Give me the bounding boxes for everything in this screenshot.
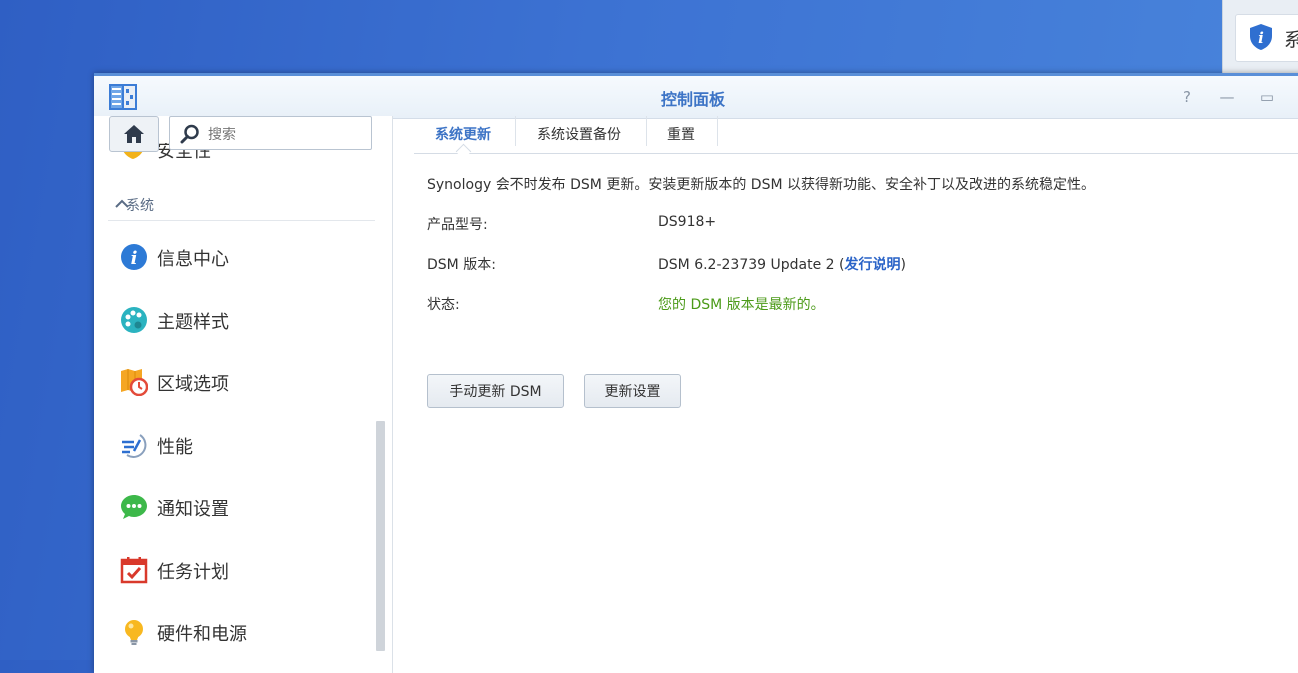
status-value: 您的 DSM 版本是最新的。 <box>658 297 825 313</box>
home-button[interactable] <box>109 116 159 152</box>
home-icon <box>124 125 144 143</box>
sidebar-item-hardware-power[interactable]: 硬件和电源 <box>94 604 384 660</box>
notification-title: 系 <box>1284 29 1298 51</box>
release-notes-link[interactable]: 发行说明 <box>844 257 900 273</box>
search-input[interactable] <box>206 124 370 146</box>
control-panel-window: 控制面板 ? — ▭ 安全性 系统 <box>94 73 1298 673</box>
sidebar-item-regional-options[interactable]: 区域选项 <box>94 354 384 410</box>
sidebar-scrollbar[interactable] <box>376 421 385 651</box>
tab-divider <box>717 116 718 146</box>
sidebar-item-label: 通知设置 <box>157 499 229 520</box>
search-icon <box>180 124 199 144</box>
sidebar-item-label: 性能 <box>157 437 193 458</box>
tab-divider <box>515 116 516 146</box>
sidebar-item-performance[interactable]: 性能 <box>94 417 384 473</box>
version-value: DSM 6.2-23739 Update 2 (发行说明) <box>658 254 906 274</box>
sidebar: 安全性 系统 i 信息中心 <box>94 116 393 673</box>
tab-bar: 系统更新 系统设置备份 重置 <box>414 116 1298 160</box>
info-icon: i <box>121 244 147 270</box>
desktop-notification-widget: i 系 <box>1222 0 1298 75</box>
update-description: Synology 会不时发布 DSM 更新。安装更新版本的 DSM 以获得新功能… <box>427 177 1095 193</box>
tab-reset[interactable]: 重置 <box>667 124 695 144</box>
help-button[interactable]: ? <box>1178 88 1196 106</box>
model-value: DS918+ <box>658 214 717 230</box>
lightbulb-icon <box>125 620 143 645</box>
active-tab-indicator <box>455 143 472 160</box>
maximize-button[interactable]: ▭ <box>1258 88 1276 106</box>
tab-divider <box>646 116 647 146</box>
window-title: 控制面板 <box>660 90 725 109</box>
sidebar-item-theme[interactable]: 主题样式 <box>94 292 384 348</box>
model-label: 产品型号: <box>427 217 488 233</box>
svg-text:i: i <box>131 248 138 269</box>
sidebar-item-label: 任务计划 <box>157 562 229 583</box>
sidebar-item-task-scheduler[interactable]: 任务计划 <box>94 542 384 598</box>
notification-card[interactable]: i 系 <box>1235 14 1298 62</box>
tab-system-update[interactable]: 系统更新 <box>435 124 491 144</box>
manual-update-button[interactable]: 手动更新 DSM <box>427 374 564 408</box>
sidebar-item-label: 区域选项 <box>157 374 229 395</box>
title-bar[interactable]: 控制面板 ? — ▭ <box>94 73 1298 119</box>
search-box[interactable] <box>169 116 372 150</box>
version-label: DSM 版本: <box>427 257 496 273</box>
calendar-check-icon <box>120 557 148 584</box>
performance-icon <box>122 434 147 458</box>
sidebar-item-notifications[interactable]: 通知设置 <box>94 479 384 535</box>
status-label: 状态: <box>427 297 460 313</box>
sidebar-item-label: 主题样式 <box>157 312 229 333</box>
tab-config-backup[interactable]: 系统设置备份 <box>537 124 621 144</box>
version-text: DSM 6.2-23739 Update 2 ( <box>658 257 845 273</box>
section-label: 系统 <box>126 198 154 214</box>
sidebar-item-label: 信息中心 <box>157 249 229 270</box>
version-suffix: ) <box>900 257 906 273</box>
shield-info-icon: i <box>1250 24 1272 50</box>
chat-bubble-icon <box>121 495 147 519</box>
sidebar-item-label: 硬件和电源 <box>157 624 247 645</box>
sidebar-item-info-center[interactable]: i 信息中心 <box>94 229 384 285</box>
main-panel: 系统更新 系统设置备份 重置 Synology 会不时发布 DSM 更新。安装更… <box>392 116 1298 673</box>
section-header-system[interactable]: 系统 <box>108 194 375 221</box>
update-settings-button[interactable]: 更新设置 <box>584 374 681 408</box>
svg-text:i: i <box>1258 29 1264 47</box>
region-clock-icon <box>121 369 148 396</box>
palette-icon <box>121 307 147 333</box>
minimize-button[interactable]: — <box>1218 88 1236 106</box>
